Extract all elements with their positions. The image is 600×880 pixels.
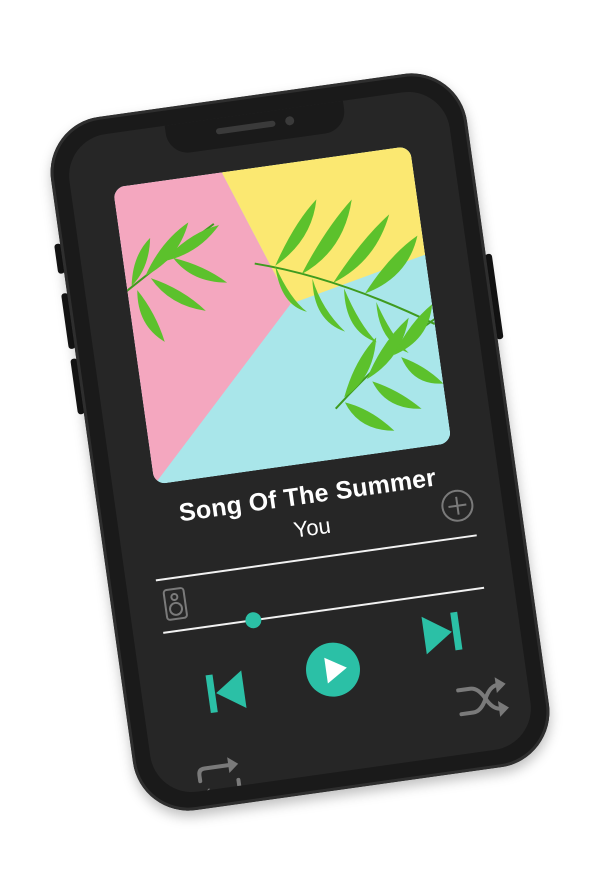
album-art-image xyxy=(112,145,452,485)
play-icon[interactable] xyxy=(301,638,364,701)
phone-device: Song Of The Summer You xyxy=(43,66,557,818)
album-art xyxy=(112,145,452,485)
stage: Song Of The Summer You xyxy=(0,0,600,880)
front-camera xyxy=(284,115,295,126)
plus-circle-icon[interactable] xyxy=(438,487,476,525)
earpiece-speaker xyxy=(215,120,276,135)
shuffle-icon[interactable] xyxy=(455,674,513,727)
skip-previous-icon[interactable] xyxy=(203,668,248,715)
skip-next-icon[interactable] xyxy=(419,610,464,657)
progress-knob[interactable] xyxy=(244,611,263,630)
